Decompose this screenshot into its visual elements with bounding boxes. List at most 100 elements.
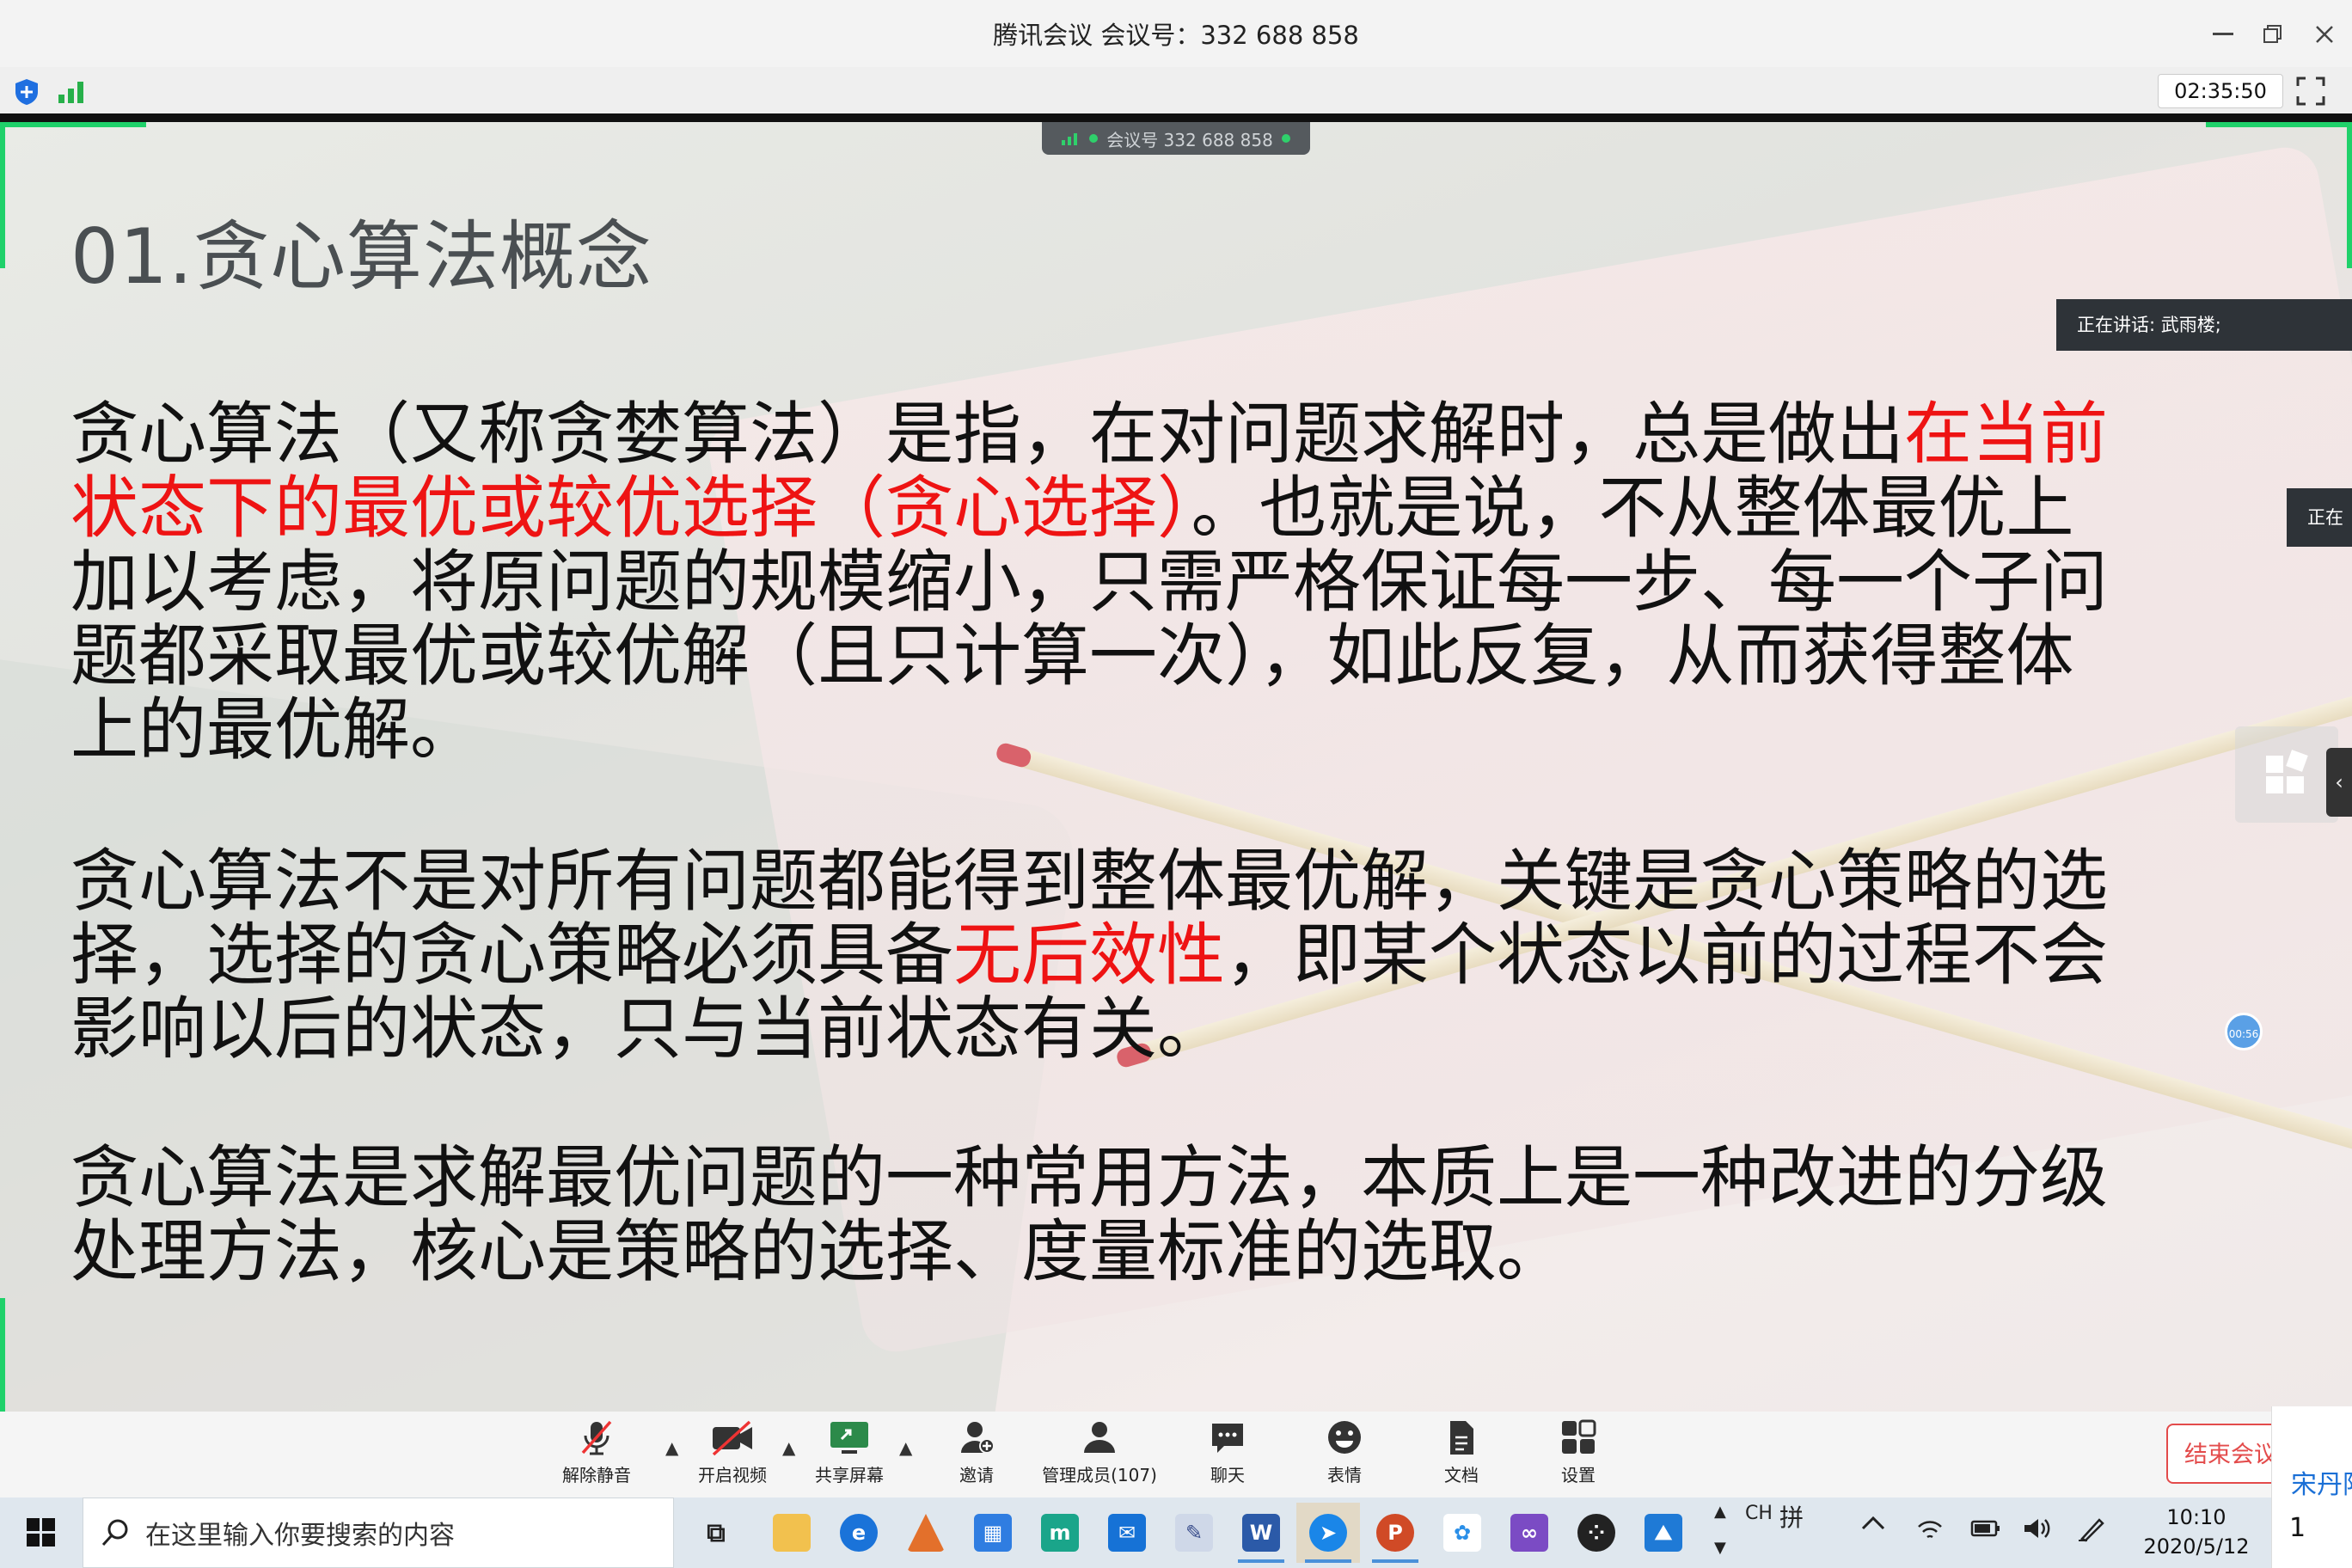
cloud-app-icon: ✿ bbox=[1443, 1514, 1481, 1552]
mail-icon: ✉ bbox=[1108, 1514, 1146, 1552]
m-app-icon: m bbox=[1041, 1514, 1079, 1552]
share-screen-button[interactable]: 共享屏幕 bbox=[798, 1418, 901, 1494]
taskbar-clock[interactable]: 10:10 2020/5/12 bbox=[2123, 1503, 2269, 1561]
scroll-up-icon[interactable]: ▲ bbox=[1714, 1503, 1726, 1521]
signal-icon[interactable] bbox=[57, 79, 86, 105]
tencent-meeting-icon: ➤ bbox=[1309, 1514, 1347, 1552]
unmute-label: 解除静音 bbox=[562, 1465, 631, 1485]
taskbar-app-photos[interactable]: ⛰ bbox=[1632, 1503, 1695, 1563]
taskbar-app-game[interactable]: ⁘ bbox=[1565, 1503, 1628, 1563]
recording-dot bbox=[1281, 134, 1290, 143]
taskbar-app-matlab[interactable] bbox=[894, 1503, 958, 1563]
fullscreen-icon[interactable] bbox=[2295, 76, 2326, 107]
visual-studio-icon: ∞ bbox=[1510, 1514, 1548, 1552]
share-border bbox=[0, 122, 5, 268]
members-icon bbox=[1084, 1422, 1115, 1453]
settings-grid-icon bbox=[1562, 1419, 1596, 1454]
ime-mode[interactable]: 拼 bbox=[1779, 1499, 1804, 1534]
share-screen-label: 共享屏幕 bbox=[815, 1465, 884, 1485]
meeting-id-text: 会议号 332 688 858 bbox=[1106, 129, 1273, 150]
notification-count: 1 bbox=[2289, 1513, 2306, 1543]
taskbar-app-powerpoint[interactable]: P bbox=[1363, 1503, 1427, 1563]
notebook-icon: ✎ bbox=[1175, 1514, 1213, 1552]
start-video-label: 开启视频 bbox=[698, 1465, 767, 1485]
volume-icon[interactable] bbox=[2022, 1516, 2051, 1547]
document-icon bbox=[1450, 1421, 1473, 1455]
taskbar-app-edge[interactable]: e bbox=[827, 1503, 891, 1563]
notification-popup[interactable]: 宋丹阳 1 bbox=[2271, 1406, 2352, 1568]
floating-timer-bubble[interactable]: 00:56 bbox=[2225, 1013, 2263, 1050]
clock-time: 10:10 bbox=[2166, 1505, 2226, 1529]
word-icon: W bbox=[1242, 1514, 1280, 1552]
status-dot bbox=[1089, 134, 1099, 143]
share-border bbox=[2347, 122, 2352, 268]
taskbar-app-pad[interactable]: ✎ bbox=[1162, 1503, 1226, 1563]
matlab-icon bbox=[907, 1514, 945, 1552]
powerpoint-icon: P bbox=[1376, 1514, 1414, 1552]
task-view-button[interactable]: ⧉ bbox=[684, 1503, 748, 1563]
slide-text: 贪心算法（又称贪婪算法）是指，在对问题求解时，总是做出 bbox=[70, 395, 1904, 474]
taskbar-app-m[interactable]: m bbox=[1028, 1503, 1092, 1563]
share-border bbox=[0, 1298, 5, 1412]
invite-label: 邀请 bbox=[959, 1465, 994, 1485]
pen-icon[interactable] bbox=[2077, 1515, 2106, 1548]
show-hidden-icons-icon[interactable] bbox=[1860, 1511, 1886, 1537]
speaking-indicator-secondary: 正在 bbox=[2287, 488, 2352, 547]
manage-members-button[interactable]: 管理成员(107) bbox=[1035, 1418, 1164, 1494]
edge-icon: e bbox=[840, 1514, 878, 1552]
taskbar-app-visual-studio[interactable]: ∞ bbox=[1498, 1503, 1561, 1563]
taskbar-app-tencent-meeting[interactable]: ➤ bbox=[1296, 1503, 1360, 1563]
settings-label: 设置 bbox=[1561, 1465, 1596, 1485]
start-button[interactable] bbox=[0, 1498, 83, 1568]
slide-text-highlight: 无后效性 bbox=[953, 916, 1225, 995]
scroll-down-icon[interactable]: ▼ bbox=[1714, 1539, 1726, 1557]
meeting-timer: 02:35:50 bbox=[2158, 74, 2283, 108]
share-options-caret[interactable]: ▲ bbox=[899, 1437, 918, 1458]
invite-button[interactable]: 邀请 bbox=[925, 1418, 1028, 1494]
close-icon[interactable] bbox=[2306, 15, 2343, 53]
ime-language[interactable]: CH bbox=[1745, 1503, 1773, 1524]
battery-icon[interactable] bbox=[1970, 1518, 2001, 1545]
unmute-button[interactable]: 解除静音 bbox=[545, 1418, 648, 1494]
game-icon: ⁘ bbox=[1577, 1514, 1615, 1552]
taskbar-search-box[interactable]: 在这里输入你要搜索的内容 bbox=[83, 1498, 674, 1568]
slide-paragraph-1: 贪心算法（又称贪婪算法）是指，在对问题求解时，总是做出在当前状态下的最优或较优选… bbox=[70, 397, 2116, 767]
slide-title: 01.贪心算法概念 bbox=[70, 212, 652, 301]
signal-icon bbox=[1062, 133, 1078, 145]
smiley-icon bbox=[1328, 1421, 1361, 1454]
grid-layout-icon bbox=[2266, 750, 2308, 793]
chat-icon bbox=[1212, 1424, 1243, 1453]
restore-icon[interactable] bbox=[2254, 15, 2292, 53]
chat-label: 聊天 bbox=[1210, 1465, 1245, 1485]
photos-icon: ⛰ bbox=[1645, 1514, 1682, 1552]
documents-button[interactable]: 文档 bbox=[1410, 1418, 1513, 1494]
taskbar-app-store[interactable]: ▦ bbox=[961, 1503, 1025, 1563]
stage-top-border bbox=[0, 113, 2352, 122]
taskbar-app-cloud[interactable]: ✿ bbox=[1430, 1503, 1494, 1563]
chat-button[interactable]: 聊天 bbox=[1176, 1418, 1279, 1494]
meeting-id-chip[interactable]: 会议号 332 688 858 bbox=[1042, 122, 1310, 155]
taskbar-app-file-explorer[interactable] bbox=[760, 1503, 824, 1563]
slide-paragraph-3: 贪心算法是求解最优问题的一种常用方法，本质上是一种改进的分级处理方法，核心是策略… bbox=[70, 1138, 2108, 1291]
emoji-label: 表情 bbox=[1327, 1465, 1362, 1485]
share-border bbox=[2206, 122, 2352, 127]
running-indicator bbox=[1372, 1559, 1418, 1563]
share-screen-icon bbox=[830, 1422, 868, 1454]
collapse-panel-button[interactable]: ‹ bbox=[2326, 748, 2352, 817]
minimize-icon[interactable] bbox=[2204, 15, 2242, 53]
shield-icon[interactable] bbox=[12, 77, 41, 107]
documents-label: 文档 bbox=[1444, 1465, 1479, 1485]
taskbar-app-word[interactable]: W bbox=[1229, 1503, 1293, 1563]
mic-muted-icon bbox=[581, 1420, 612, 1455]
layout-panel[interactable] bbox=[2235, 726, 2338, 823]
taskbar-app-mail[interactable]: ✉ bbox=[1095, 1503, 1159, 1563]
start-video-button[interactable]: 开启视频 bbox=[681, 1418, 784, 1494]
clock-date: 2020/5/12 bbox=[2143, 1534, 2250, 1559]
search-icon bbox=[101, 1519, 128, 1547]
emoji-button[interactable]: 表情 bbox=[1293, 1418, 1396, 1494]
meeting-status-bar bbox=[0, 67, 2352, 114]
wifi-icon[interactable] bbox=[1915, 1516, 1945, 1548]
shared-screen: 01.贪心算法概念 贪心算法（又称贪婪算法）是指，在对问题求解时，总是做出在当前… bbox=[0, 122, 2352, 1412]
search-placeholder: 在这里输入你要搜索的内容 bbox=[145, 1521, 455, 1551]
settings-button[interactable]: 设置 bbox=[1527, 1418, 1630, 1494]
